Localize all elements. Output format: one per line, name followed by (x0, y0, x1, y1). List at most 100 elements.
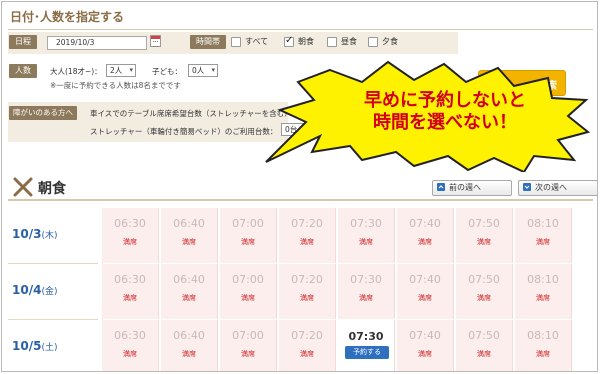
child-select[interactable]: 0人 (188, 64, 218, 77)
time-slot-full: 06:40 満席 (161, 320, 218, 371)
row-divider (8, 319, 98, 320)
time-slot-full: 07:40 満席 (397, 264, 454, 319)
callout-text: 早めに予約しないと 時間を選べない！ (340, 90, 550, 134)
full-status: 満席 (182, 294, 196, 302)
people-note: ※一度に予約できる人数は8名までです (50, 81, 181, 90)
date-row-label: 10/5(土) (12, 339, 57, 353)
full-status: 満席 (300, 294, 314, 302)
slot-time: 07:40 (409, 217, 441, 230)
checkbox-lunch-label: 昼食 (341, 37, 357, 46)
full-status: 満席 (123, 294, 137, 302)
adult-label: 大人(18才~)： (50, 67, 102, 76)
date-label: 日程 (9, 35, 37, 49)
time-slot-full: 07:50 満席 (456, 320, 513, 371)
slot-time: 07:50 (468, 273, 500, 286)
people-label: 人数 (9, 64, 37, 78)
full-status: 満席 (477, 350, 491, 358)
prev-week-label: 前の週へ (449, 183, 481, 192)
time-slot-full: 07:00 満席 (220, 264, 277, 319)
time-slot-full: 07:00 満席 (220, 320, 277, 371)
time-slot-available[interactable]: 07:30 予約する (338, 320, 395, 371)
child-label: 子ども： (152, 67, 182, 76)
full-status: 満席 (359, 294, 373, 302)
prev-week-button[interactable]: 前の週へ (432, 180, 512, 196)
full-status: 満席 (477, 294, 491, 302)
meal-divider (8, 199, 593, 201)
stretcher-text: ストレッチャー（車輪付き簡易ベッド）のご利用台数： (90, 127, 278, 136)
chevron-up-icon (437, 183, 445, 191)
slot-time: 07:40 (409, 329, 441, 342)
date-text: 10/3 (12, 227, 42, 241)
callout-line-2: 時間を選べない！ (373, 112, 517, 133)
checkbox-dinner-label: 夕食 (382, 37, 398, 46)
full-status: 満席 (477, 238, 491, 246)
date-row-label: 10/3(木) (12, 227, 57, 241)
slot-time: 06:30 (114, 217, 146, 230)
checkbox-all[interactable] (231, 37, 241, 47)
time-slot-full: 07:40 満席 (397, 320, 454, 371)
accessibility-label: 障がいのある方へ (9, 106, 77, 120)
time-slot-full: 07:20 満席 (279, 320, 336, 371)
time-slot-full: 06:40 満席 (161, 208, 218, 263)
chevron-down-icon (523, 183, 531, 191)
time-slot-full: 07:30 満席 (338, 264, 395, 319)
reservation-page: 日付･人数を指定する 日程 2019/10/3 時間帯 すべて 朝食 昼食 夕食… (1, 1, 598, 372)
checkbox-lunch[interactable] (327, 37, 337, 47)
calendar-icon[interactable] (150, 35, 161, 47)
full-status: 満席 (536, 238, 550, 246)
checkbox-breakfast-label: 朝食 (298, 37, 314, 46)
full-status: 満席 (300, 350, 314, 358)
date-text: 10/5 (12, 339, 42, 353)
slot-time: 07:30 (350, 217, 382, 230)
time-slot-full: 07:00 満席 (220, 208, 277, 263)
time-slot-full: 06:30 満席 (102, 208, 159, 263)
date-text: 10/4 (12, 283, 42, 297)
slot-time: 07:00 (232, 217, 264, 230)
time-slot-label: 時間帯 (190, 35, 226, 49)
slot-time: 07:50 (468, 329, 500, 342)
full-status: 満席 (418, 294, 432, 302)
time-slot-full: 06:30 満席 (102, 264, 159, 319)
adult-select[interactable]: 2人 (106, 64, 136, 77)
full-status: 満席 (536, 350, 550, 358)
slot-time: 06:40 (173, 329, 205, 342)
next-week-button[interactable]: 次の週へ (518, 180, 597, 196)
checkbox-breakfast[interactable] (284, 35, 294, 47)
next-week-label: 次の週へ (535, 183, 567, 192)
time-slot-full: 07:30 満席 (338, 208, 395, 263)
date-input[interactable]: 2019/10/3 (47, 36, 147, 50)
weekday-text: (金) (41, 287, 58, 297)
fork-knife-icon (13, 177, 33, 197)
time-slot-full: 07:50 満席 (456, 264, 513, 319)
slot-time: 08:10 (527, 329, 559, 342)
callout-line-1: 早めに予約しないと (364, 90, 526, 111)
slot-time: 06:40 (173, 273, 205, 286)
slot-time: 06:30 (114, 273, 146, 286)
full-status: 満席 (300, 238, 314, 246)
time-slot-full: 06:30 満席 (102, 320, 159, 371)
slot-time: 07:30 (350, 273, 382, 286)
slot-time: 07:50 (468, 217, 500, 230)
slot-time: 07:00 (232, 273, 264, 286)
slot-time: 08:10 (527, 273, 559, 286)
time-slot-full: 07:20 満席 (279, 264, 336, 319)
slot-time: 07:20 (291, 329, 323, 342)
slot-time: 07:40 (409, 273, 441, 286)
slot-time: 08:10 (527, 217, 559, 230)
time-slot-full: 07:40 満席 (397, 208, 454, 263)
page-title: 日付･人数を指定する (10, 10, 125, 24)
slot-time: 07:30 (348, 330, 384, 343)
checkbox-all-label: すべて (245, 37, 269, 46)
full-status: 満席 (241, 294, 255, 302)
slot-time: 07:00 (232, 329, 264, 342)
time-slot-full: 08:10 満席 (515, 320, 572, 371)
full-status: 満席 (418, 238, 432, 246)
date-row-label: 10/4(金) (12, 283, 57, 297)
full-status: 満席 (359, 238, 373, 246)
checkbox-dinner[interactable] (368, 37, 378, 47)
meal-title: 朝食 (38, 181, 66, 197)
full-status: 満席 (123, 350, 137, 358)
reserve-button[interactable]: 予約する (345, 346, 389, 359)
full-status: 満席 (182, 350, 196, 358)
full-status: 満席 (418, 350, 432, 358)
